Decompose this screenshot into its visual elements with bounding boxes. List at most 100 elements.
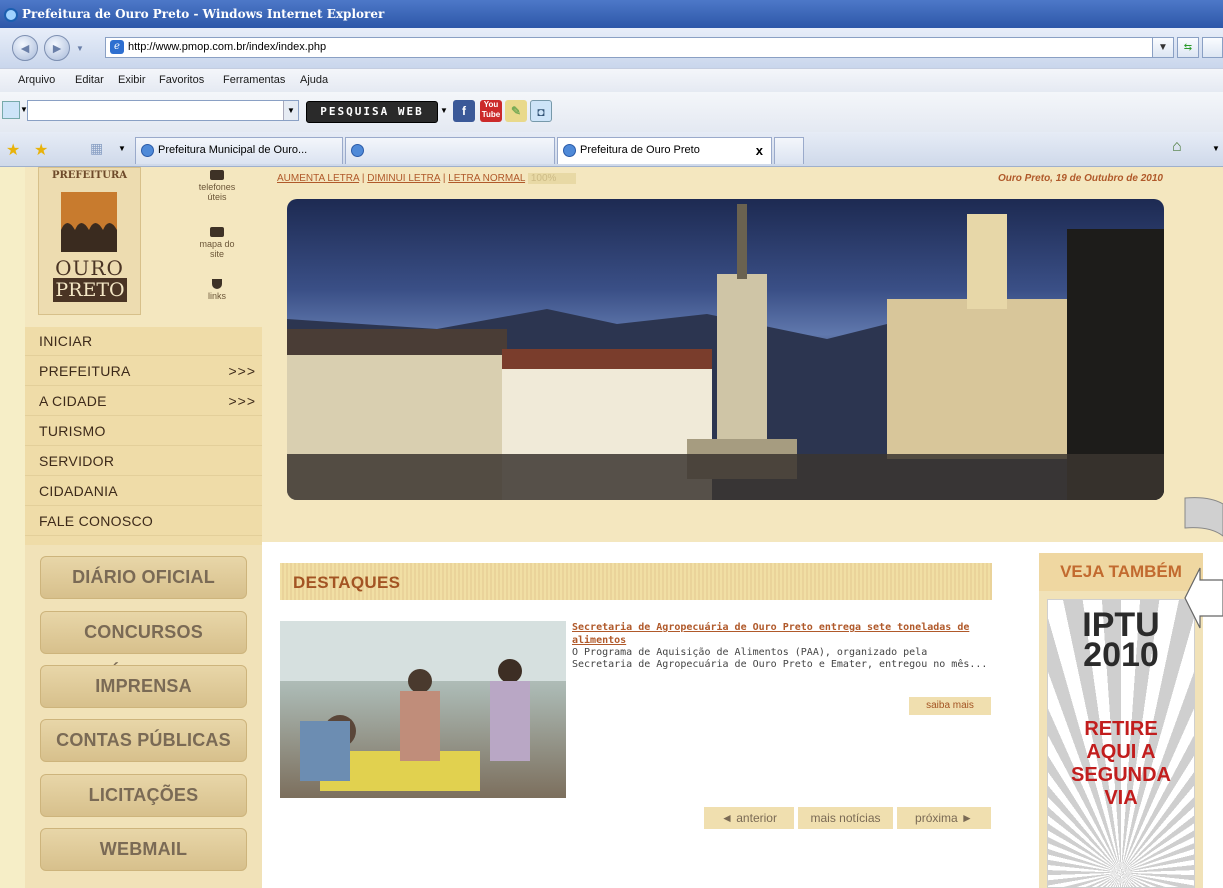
address-url: http://www.pmop.com.br/index/index.php [128, 41, 327, 53]
tab-empty[interactable] [345, 137, 555, 164]
nav-a-cidade[interactable]: A CIDADE >>> [25, 387, 262, 416]
menu-editar[interactable]: Editar [75, 74, 104, 86]
separator: | [442, 173, 446, 184]
forward-button[interactable]: ► [44, 35, 70, 61]
nav-label: TURISMO [39, 423, 106, 439]
nav-label: CIDADANIA [39, 483, 118, 499]
logo-prefeitura-text: PREFEITURA [51, 170, 128, 181]
ie-logo-icon [4, 8, 18, 22]
diario-oficial-button[interactable]: DIÁRIO OFICIAL [40, 556, 247, 599]
links-icon [212, 279, 222, 289]
menu-bar: Arquivo Editar Exibir Favoritos Ferramen… [0, 68, 1223, 93]
nav-cidadania[interactable]: CIDADANIA [25, 477, 262, 506]
telephone-icon [210, 170, 224, 180]
submenu-arrow: >>> [228, 393, 256, 409]
concursos-publicos-button[interactable]: CONCURSOS PÚBLICOS [40, 611, 247, 683]
toolbar-app-icon[interactable]: ◘ [530, 100, 552, 122]
search-input[interactable]: ▼ [27, 100, 299, 121]
tab-prefeitura-ouro-preto[interactable]: Prefeitura de Ouro Preto x [557, 137, 772, 164]
site-logo[interactable]: PREFEITURA OURO PRETO [38, 167, 141, 315]
news-summary: O Programa de Aquisição de Alimentos (PA… [572, 647, 988, 670]
search-web-button[interactable]: PESQUISA WEB [306, 101, 438, 123]
menu-arquivo[interactable]: Arquivo [18, 74, 55, 86]
history-dropdown-icon[interactable]: ▼ [76, 44, 84, 53]
search-options-dropdown-icon[interactable]: ▼ [440, 106, 448, 115]
refresh-go-icon[interactable]: ⇆ [1177, 37, 1199, 58]
address-dropdown-button[interactable]: ▼ [1152, 37, 1174, 58]
next-news-button[interactable]: próxima ► [897, 807, 991, 829]
back-button[interactable]: ◄ [12, 35, 38, 61]
tab-close-icon[interactable]: x [756, 138, 763, 163]
normal-font-link[interactable]: LETRA NORMAL [448, 173, 525, 184]
sitemap-label: mapa do [199, 239, 235, 249]
menu-ajuda[interactable]: Ajuda [300, 74, 328, 86]
cta-line-4: VIA [1104, 787, 1138, 809]
menu-ferramentas[interactable]: Ferramentas [223, 74, 285, 86]
increase-font-link[interactable]: AUMENTA LETRA [277, 173, 359, 184]
toolbar-logo-icon[interactable] [2, 101, 20, 119]
more-news-button[interactable]: mais notícias [798, 807, 893, 829]
hero-photo [287, 199, 1164, 500]
favorites-star-icon[interactable]: ★ [6, 140, 20, 160]
links-label: links [207, 291, 226, 301]
sitemap-icon [210, 227, 224, 237]
quick-tabs-icon[interactable]: ▦ [90, 140, 103, 157]
iptu-year: 2010 [1083, 636, 1159, 674]
logo-crown-icon [61, 192, 117, 252]
main-content: DESTAQUES Secretaria de Agropecuária de … [262, 542, 1223, 888]
font-size-controls: AUMENTA LETRA | DIMINUI LETRA | LETRA NO… [277, 173, 577, 184]
tools-icon[interactable]: ✎ [505, 100, 527, 122]
tab-label: Prefeitura Municipal de Ouro... [158, 144, 308, 156]
tab-ie-icon [351, 144, 364, 157]
address-toolbar: ◄ ► ▼ e http://www.pmop.com.br/index/ind… [0, 28, 1223, 68]
nav-fale-conosco[interactable]: FALE CONOSCO [25, 507, 262, 536]
menu-favoritos[interactable]: Favoritos [159, 74, 204, 86]
licitacoes-button[interactable]: LICITAÇÕES [40, 774, 247, 817]
sitemap-label-2: site [209, 249, 224, 259]
read-more-button[interactable]: saiba mais [909, 697, 991, 715]
nav-label: PREFEITURA [39, 363, 131, 379]
links-link[interactable]: links [182, 279, 252, 301]
cta-line-1: RETIRE [1084, 718, 1158, 740]
nav-iniciar[interactable]: INICIAR [25, 327, 262, 356]
nav-prefeitura[interactable]: PREFEITURA >>> [25, 357, 262, 386]
annotation-arrows [1150, 490, 1223, 665]
news-title-link[interactable]: Secretaria de Agropecuária de Ouro Preto… [572, 621, 990, 647]
menu-exibir[interactable]: Exibir [118, 74, 146, 86]
facebook-icon[interactable]: f [453, 100, 475, 122]
tab-bar: ★ ★ ▦ ▼ Prefeitura Municipal de Ouro... … [0, 132, 1223, 167]
news-photo[interactable] [280, 621, 566, 798]
stop-button[interactable] [1202, 37, 1223, 58]
webmail-button[interactable]: WEBMAIL [40, 828, 247, 871]
tab-list-dropdown-icon[interactable]: ▼ [118, 144, 126, 153]
cta-line-3: SEGUNDA [1070, 764, 1171, 786]
decrease-font-link[interactable]: DIMINUI LETRA [367, 173, 440, 184]
imprensa-button[interactable]: IMPRENSA [40, 665, 247, 708]
add-favorites-icon[interactable]: ★ [34, 140, 48, 160]
font-zoom-indicator: 100% [527, 173, 577, 184]
window-titlebar: Prefeitura de Ouro Preto - Windows Inter… [0, 0, 1223, 28]
cta-line-2: AQUI A [1086, 741, 1156, 763]
nav-turismo[interactable]: TURISMO [25, 417, 262, 446]
previous-news-button[interactable]: ◄ anterior [704, 807, 794, 829]
page-ie-icon: e [110, 40, 124, 54]
quick-links-panel: DIÁRIO OFICIAL CONCURSOS PÚBLICOS IMPREN… [25, 545, 262, 888]
home-icon[interactable]: ⌂ [1172, 138, 1182, 156]
logo-area: PREFEITURA OURO PRETO telefones úteis ma… [25, 167, 262, 327]
contas-publicas-button[interactable]: CONTAS PÚBLICAS [40, 719, 247, 762]
home-dropdown-icon[interactable]: ▼ [1212, 144, 1220, 153]
phones-link[interactable]: telefones úteis [182, 170, 252, 202]
search-dropdown-icon[interactable]: ▼ [283, 101, 298, 120]
tab-prefeitura-municipal[interactable]: Prefeitura Municipal de Ouro... [135, 137, 343, 164]
youtube-icon[interactable]: You Tube [480, 100, 502, 122]
search-toolbar: ▼ ▼ PESQUISA WEB ▼ f You Tube ✎ ◘ [0, 92, 1223, 132]
new-tab-button[interactable] [774, 137, 804, 164]
destaques-title: DESTAQUES [293, 573, 401, 592]
web-page: PREFEITURA OURO PRETO telefones úteis ma… [25, 167, 1223, 888]
nav-servidor[interactable]: SERVIDOR [25, 447, 262, 476]
address-bar[interactable]: e http://www.pmop.com.br/index/index.php [105, 37, 1170, 58]
logo-preto-text: PRETO [53, 278, 127, 302]
logo-ouro-text: OURO [55, 256, 124, 280]
sitemap-link[interactable]: mapa do site [182, 227, 252, 259]
tab-label: Prefeitura de Ouro Preto [580, 144, 700, 156]
